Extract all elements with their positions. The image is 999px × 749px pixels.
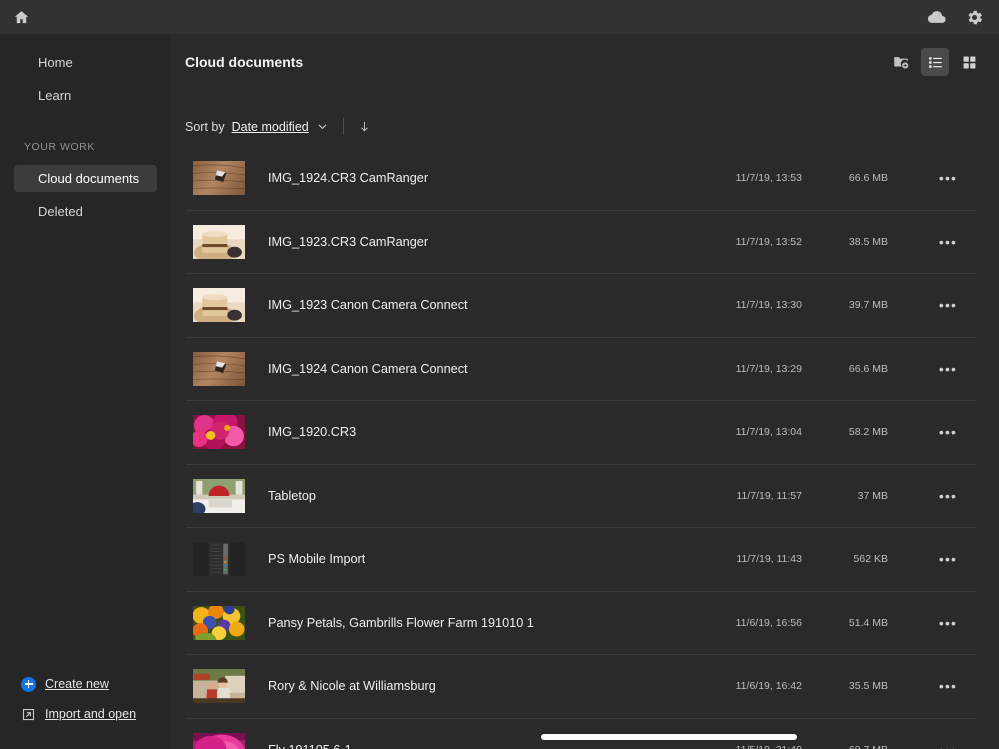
sidebar-item-home[interactable]: Home [14,49,157,76]
file-thumbnail [193,415,245,450]
main-pane: Cloud documents Sort by Date modified IM… [171,34,999,749]
table-row[interactable]: IMG_1923.CR3 CamRanger 11/7/19, 13:52 38.5… [186,211,976,274]
more-options-icon[interactable]: ••• [937,421,959,443]
file-size: 35.5 MB [848,680,888,693]
file-size: 66.6 MB [848,362,888,375]
file-date-modified: 11/7/19, 11:43 [736,553,802,566]
view-controls [887,48,983,76]
sidebar-bottom-actions: Create new Import and open [0,669,171,729]
chevron-down-icon[interactable] [316,120,329,133]
file-size: 39.7 MB [848,299,888,312]
file-size: 51.4 MB [848,616,888,629]
file-date-modified: 11/6/19, 16:42 [735,680,802,693]
more-options-icon[interactable]: ••• [937,612,959,634]
page-title: Cloud documents [185,54,304,70]
more-options-icon[interactable]: ••• [937,231,959,253]
file-name: Pansy Petals, Gambrills Flower Farm 1910… [268,615,534,630]
file-name: IMG_1923.CR3 CamRanger [268,234,429,249]
table-row[interactable]: Rory & Nicole at Williamsburg 11/6/19, 16… [186,655,976,719]
file-thumbnail [193,351,245,386]
file-name: IMG_1920.CR3 [268,425,357,440]
titlebar-right-icons [925,6,985,28]
arrow-down-icon[interactable] [358,119,371,134]
file-name: IMG_1924 Canon Camera Connect [268,361,468,376]
table-row[interactable]: Tabletop 11/7/19, 11:57 37 MB ••• [186,465,976,528]
file-size: 38.5 MB [848,235,888,248]
file-thumbnail [193,542,245,577]
gear-icon[interactable] [963,6,985,28]
import-and-open-button[interactable]: Import and open [0,699,171,729]
horizontal-scrollbar[interactable] [541,734,797,740]
file-name: Tabletop [268,488,316,503]
cloud-documents-list[interactable]: IMG_1924.CR3 CamRanger 11/7/19, 13:53 66.6… [186,147,976,749]
file-size: 562 KB [853,553,888,566]
home-icon[interactable] [8,4,34,30]
photoshop-home-window: Home Learn YOUR WORK Cloud documents Del… [0,0,999,749]
file-name: Fly 191105 6-1 [268,743,352,749]
sidebar-item-cloud-documents[interactable]: Cloud documents [14,165,157,192]
title-bar [0,0,999,34]
table-row[interactable]: IMG_1920.CR3 11/7/19, 13:04 58.2 MB ••• [186,401,976,465]
file-date-modified: 11/7/19, 13:52 [735,235,802,248]
create-new-button[interactable]: Create new [0,669,171,699]
file-date-modified: 11/7/19, 13:04 [735,426,802,439]
import-and-open-label: Import and open [45,707,137,721]
sort-by-label: Sort by [185,119,225,134]
sidebar-item-deleted[interactable]: Deleted [14,198,157,225]
sort-value[interactable]: Date modified [232,120,309,134]
sidebar-item-label: Cloud documents [38,171,140,186]
sort-bar: Sort by Date modified [185,118,371,135]
file-name: Rory & Nicole at Williamsburg [268,679,436,694]
file-size: 37 MB [857,489,888,502]
file-name: IMG_1924.CR3 CamRanger [268,171,429,186]
list-view-icon[interactable] [921,48,949,76]
file-thumbnail [193,224,245,259]
import-arrow-icon [21,707,36,722]
file-date-modified: 11/7/19, 13:30 [735,299,802,312]
sort-divider [342,118,344,135]
more-options-icon[interactable]: ••• [937,739,959,749]
table-row[interactable]: IMG_1924 Canon Camera Connect 11/7/19, 13… [186,338,976,401]
more-options-icon[interactable]: ••• [937,548,959,570]
sidebar-item-label: Home [38,55,73,70]
table-row[interactable]: IMG_1923 Canon Camera Connect 11/7/19, 13… [186,274,976,338]
more-options-icon[interactable]: ••• [937,358,959,380]
create-new-label: Create new [45,677,109,691]
file-thumbnail [193,161,245,196]
more-options-icon[interactable]: ••• [937,485,959,507]
file-size: 69.7 MB [824,744,888,749]
table-row[interactable]: PS Mobile Import 11/7/19, 11:43 562 KB ••• [186,528,976,592]
file-thumbnail [193,288,245,323]
file-date-modified: 11/7/19, 13:29 [735,362,802,375]
table-row[interactable]: IMG_1924.CR3 CamRanger 11/7/19, 13:53 66.6… [186,147,976,211]
new-folder-icon[interactable] [887,48,915,76]
sidebar-section-your-work: YOUR WORK [24,141,95,153]
grid-view-icon[interactable] [955,48,983,76]
file-date-modified: 11/7/19, 11:57 [736,489,802,502]
file-thumbnail [193,478,245,513]
file-thumbnail [193,605,245,640]
sidebar: Home Learn YOUR WORK Cloud documents Del… [0,34,171,749]
more-options-icon[interactable]: ••• [937,294,959,316]
file-date-modified: 11/7/19, 13:53 [735,172,802,185]
more-options-icon[interactable]: ••• [937,675,959,697]
sidebar-item-label: Deleted [38,204,83,219]
file-size: 58.2 MB [848,426,888,439]
plus-circle-icon [21,676,36,692]
file-size: 66.6 MB [848,172,888,185]
sidebar-item-learn[interactable]: Learn [14,82,157,109]
file-name: IMG_1923 Canon Camera Connect [268,298,468,313]
table-row[interactable]: Pansy Petals, Gambrills Flower Farm 1910… [186,592,976,655]
sidebar-item-label: Learn [38,88,72,103]
file-date-modified: 11/6/19, 16:56 [735,616,802,629]
file-thumbnail [193,732,245,749]
file-thumbnail [193,669,245,704]
cloud-icon[interactable] [925,6,947,28]
more-options-icon[interactable]: ••• [937,167,959,189]
file-date-modified: 11/5/19, 21:49 [736,744,802,749]
file-name: PS Mobile Import [268,552,366,567]
